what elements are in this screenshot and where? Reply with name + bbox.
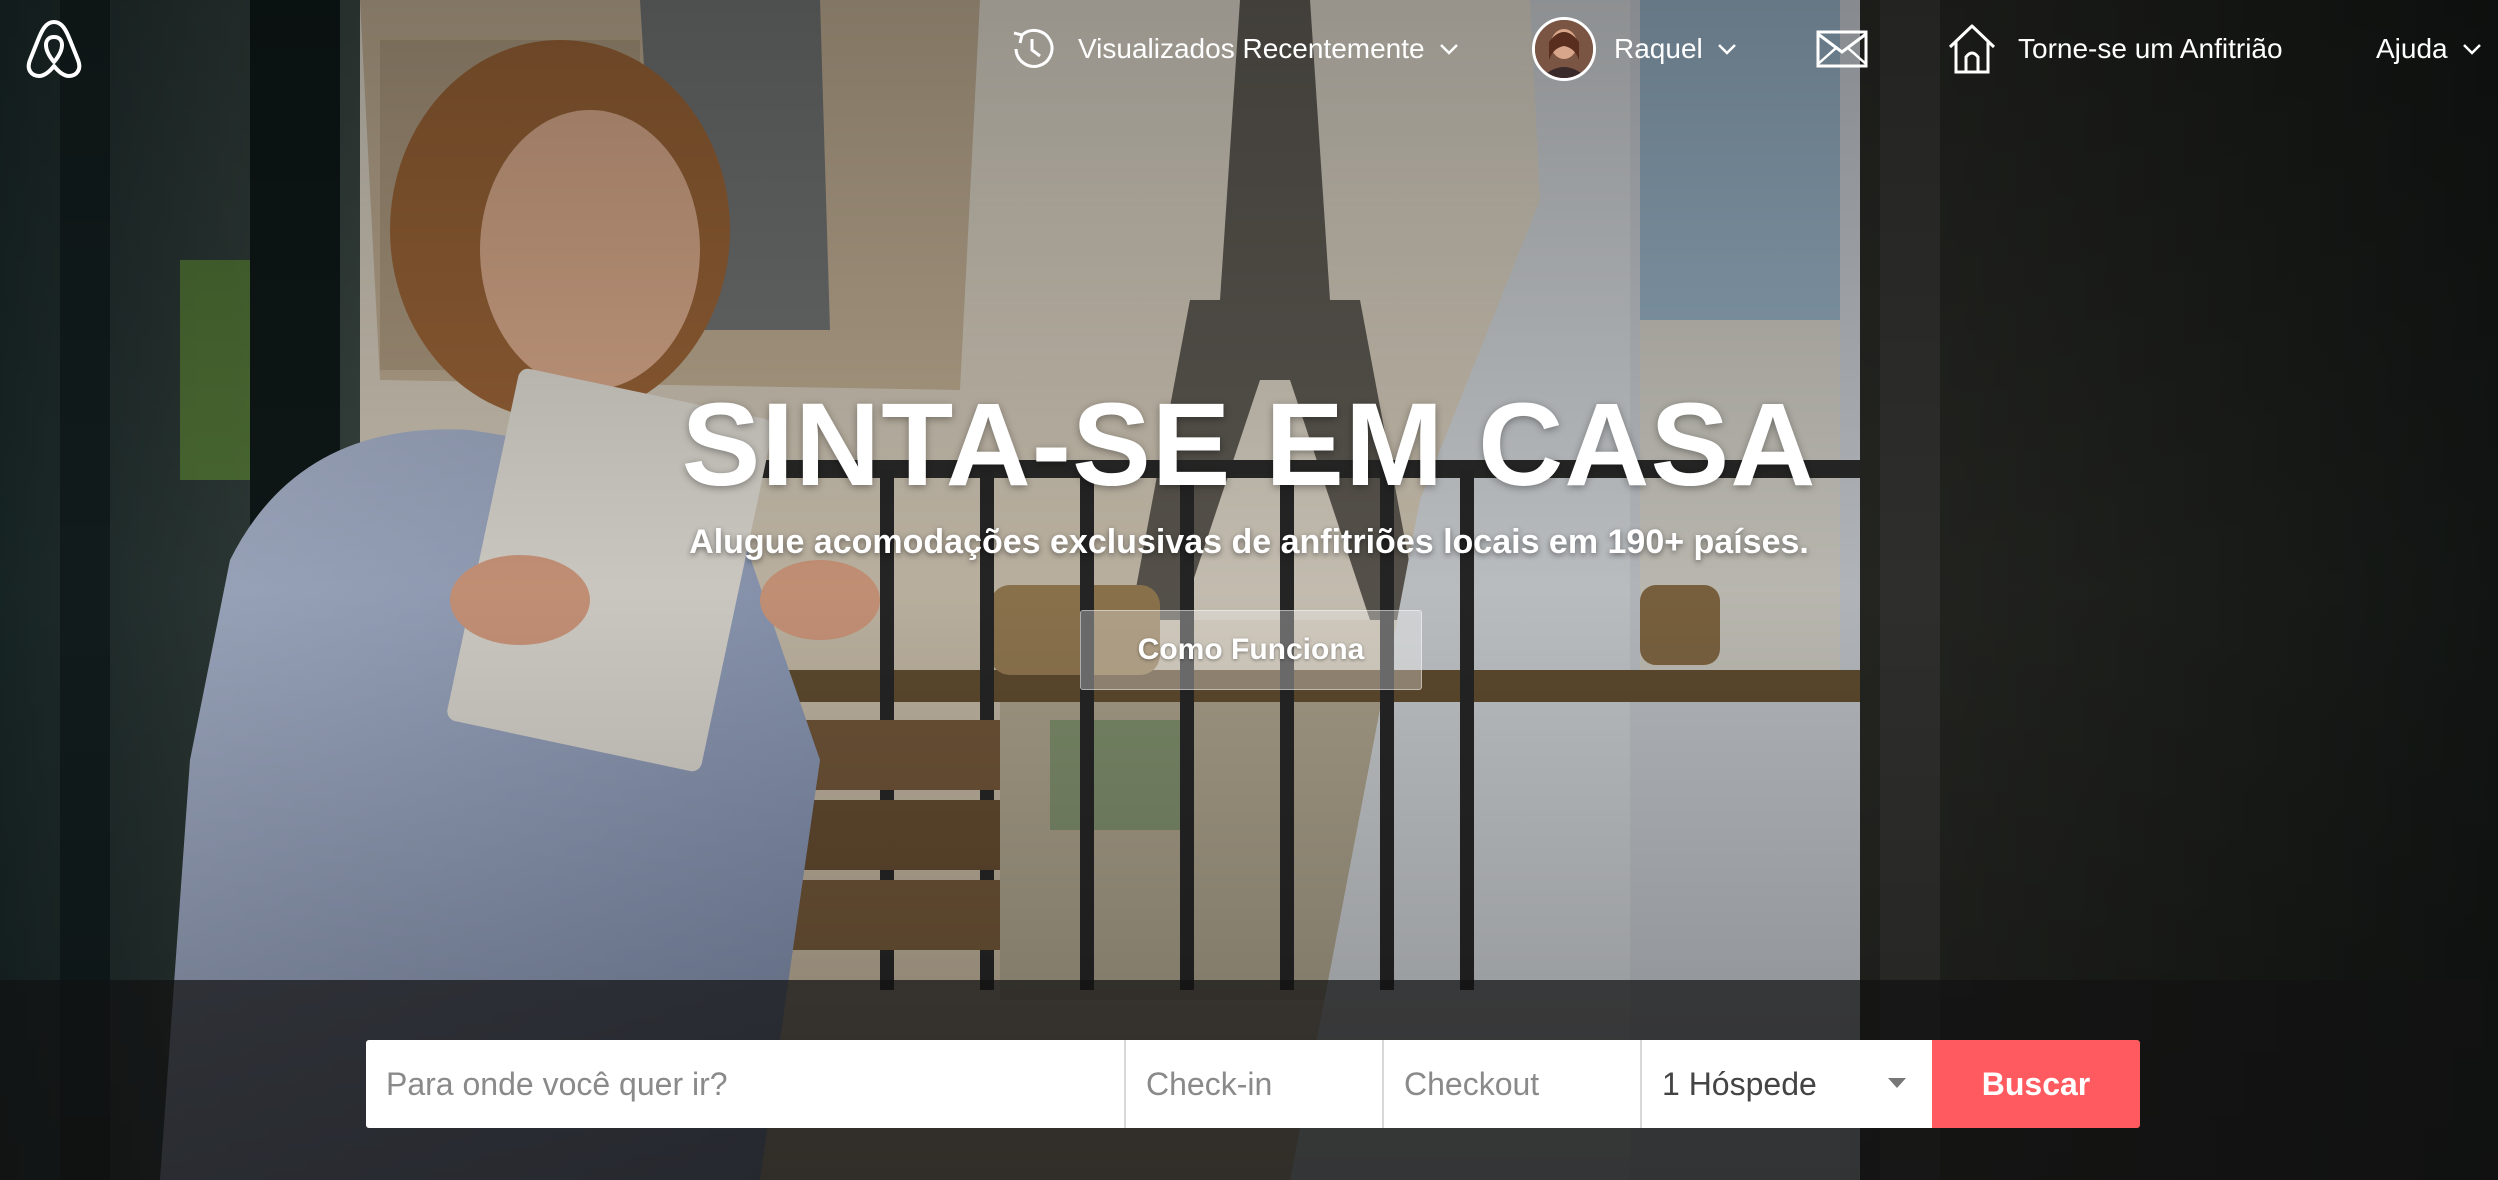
- search-bar: 1 Hóspede Buscar: [0, 980, 2498, 1180]
- recently-viewed-menu[interactable]: Visualizados Recentemente: [1006, 20, 1459, 78]
- how-it-works-button[interactable]: Como Funciona: [1080, 610, 1422, 690]
- top-navigation: Visualizados Recentemente Raquel Torne-s…: [0, 0, 2498, 98]
- messages-button[interactable]: [1816, 24, 1868, 74]
- user-menu[interactable]: Raquel: [1532, 17, 1737, 81]
- airbnb-logo-icon[interactable]: [24, 16, 84, 80]
- guests-value: 1 Hóspede: [1662, 1065, 1817, 1102]
- help-label: Ajuda: [2376, 33, 2448, 64]
- destination-field: [366, 1040, 1126, 1128]
- become-host-link[interactable]: Torne-se um Anfitrião: [1948, 20, 2283, 78]
- search-button[interactable]: Buscar: [1932, 1040, 2140, 1128]
- search-form: 1 Hóspede Buscar: [366, 1040, 2140, 1128]
- hero-section: Visualizados Recentemente Raquel Torne-s…: [0, 0, 2498, 1180]
- checkin-field: [1126, 1040, 1384, 1128]
- history-clock-icon: [1013, 28, 1054, 68]
- user-name: Raquel: [1614, 33, 1703, 64]
- destination-input[interactable]: [386, 1040, 1124, 1128]
- become-host-label: Torne-se um Anfitrião: [2018, 33, 2283, 64]
- hero-title: SINTA-SE EM CASA: [681, 379, 1817, 511]
- help-menu[interactable]: Ajuda: [2376, 20, 2482, 78]
- checkout-field: [1384, 1040, 1642, 1128]
- hero-subtitle: Alugue acomodações exclusivas de anfitri…: [689, 523, 1809, 561]
- avatar: [1532, 17, 1596, 81]
- envelope-icon: [1816, 30, 1868, 68]
- chevron-down-icon: [1717, 44, 1736, 55]
- house-icon: [1948, 24, 1996, 74]
- caret-down-icon: [1888, 1078, 1906, 1088]
- checkin-input[interactable]: [1146, 1040, 1382, 1128]
- recently-viewed-label: Visualizados Recentemente: [1078, 33, 1425, 64]
- chevron-down-icon: [2462, 44, 2481, 55]
- chevron-down-icon: [1439, 44, 1458, 55]
- guests-select[interactable]: 1 Hóspede: [1642, 1040, 1932, 1128]
- checkout-input[interactable]: [1404, 1040, 1640, 1128]
